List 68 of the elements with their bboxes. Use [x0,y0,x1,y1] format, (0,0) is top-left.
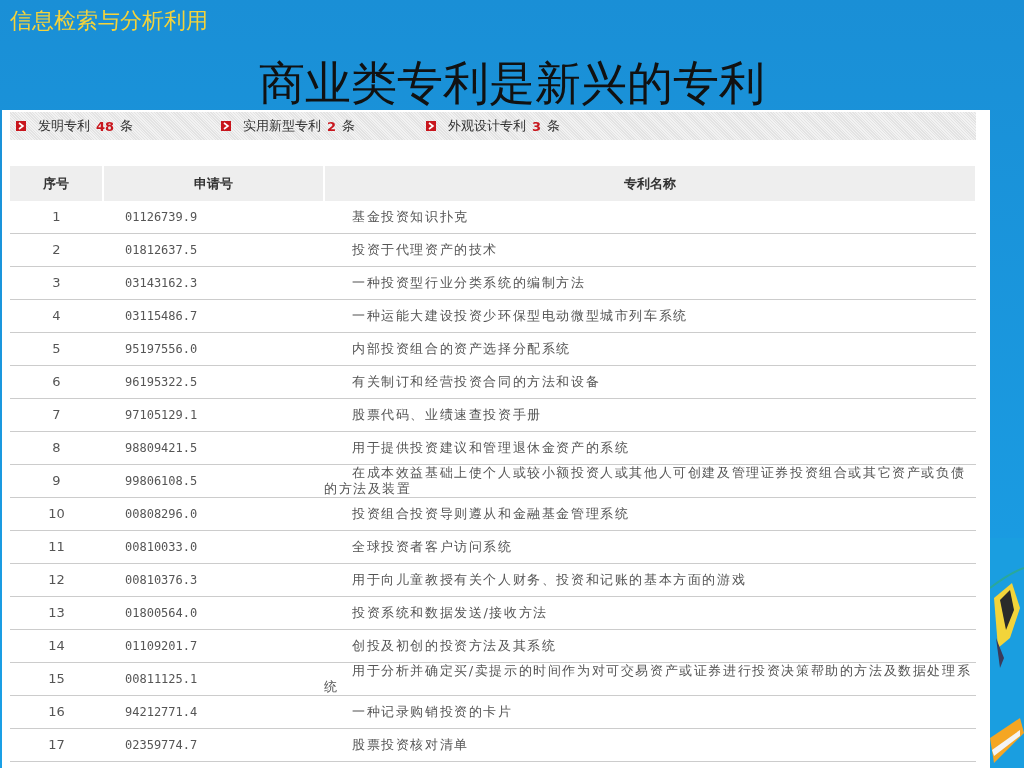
table-cell: 投资于代理资产的技术 [324,233,976,267]
summary-unit: 条 [547,117,561,135]
table-cell: 17 [10,728,103,762]
table-cell: 在成本效益基础上使个人或较小额投资人或其他人可创建及管理证券投资组合或其它资产或负债的方法及装置 [324,464,976,498]
table-cell: 00811125.1 [103,662,324,696]
table-cell: 8 [10,431,103,465]
table-cell: 股票投资核对清单 [324,728,976,762]
table-cell: 投资组合投资导则遵从和金融基金管理系统 [324,497,976,531]
table-cell: 用于提供投资建议和管理退休金资产的系统 [324,431,976,465]
table-cell: 99806108.5 [103,464,324,498]
table-cell: 用于向儿童教授有关个人财务、投资和记账的基本方面的游戏 [324,563,976,597]
table-cell: 01812637.5 [103,233,324,267]
table-cell: 3 [10,266,103,300]
column-header: 申请号 [103,166,324,201]
table-cell: 94212771.4 [103,695,324,729]
table-cell: 股票代码、业绩速查投资手册 [324,398,976,432]
summary-count: 3 [532,118,542,134]
column-header: 序号 [10,166,103,201]
table-cell: 创投及初创的投资方法及其系统 [324,629,976,663]
table-cell: 一种运能大建设投资少环保型电动微型城市列车系统 [324,299,976,333]
summary-unit: 条 [342,117,356,135]
table-cell: 15 [10,662,103,696]
table-cell: 12 [10,563,103,597]
table-cell: 95197556.0 [103,332,324,366]
slide-title: 商业类专利是新兴的专利 [259,58,765,108]
table-cell: 一种记录购销投资的卡片 [324,695,976,729]
summary-label[interactable]: 实用新型专利 [243,117,321,135]
table-cell: 14 [10,629,103,663]
table-cell: 4 [10,299,103,333]
table-cell: 96195322.5 [103,365,324,399]
table-cell: 用于分析并确定买/卖提示的时间作为对可交易资产或证券进行投资决策帮助的方法及数据处理系统 [324,662,976,696]
column-header: 专利名称 [324,166,976,201]
summary-label[interactable]: 外观设计专利 [448,117,526,135]
table-cell: 5 [10,332,103,366]
table-cell: 1 [10,201,103,234]
table-cell: 00810376.3 [103,563,324,597]
table-cell: 全球投资者客户访问系统 [324,530,976,564]
arrow-bullet-icon [221,121,231,131]
table-cell: 03143162.3 [103,266,324,300]
table-cell: 00810033.0 [103,530,324,564]
table-cell: 一种投资型行业分类系统的编制方法 [324,266,976,300]
summary-label[interactable]: 发明专利 [38,117,90,135]
table-cell: 11 [10,530,103,564]
slide-header: 信息检索与分析利用 [10,7,208,35]
summary-unit: 条 [120,117,134,135]
summary-count: 48 [96,118,115,134]
table-cell: 01126739.9 [103,201,324,234]
arrow-bullet-icon [16,121,26,131]
table-cell: 13 [10,596,103,630]
table-cell: 9 [10,464,103,498]
table-cell: 6 [10,365,103,399]
table-cell: 01109201.7 [103,629,324,663]
table-cell: 投资系统和数据发送/接收方法 [324,596,976,630]
table-cell: 03115486.7 [103,299,324,333]
table-cell: 基金投资知识扑克 [324,201,976,234]
table-cell: 2 [10,233,103,267]
arrow-bullet-icon [426,121,436,131]
table-cell: 97105129.1 [103,398,324,432]
table-cell: 有关制订和经营投资合同的方法和设备 [324,365,976,399]
table-cell: 02359774.7 [103,728,324,762]
table-cell: 00808296.0 [103,497,324,531]
summary-count: 2 [327,118,337,134]
table-cell: 98809421.5 [103,431,324,465]
table-cell: 16 [10,695,103,729]
table-cell: 7 [10,398,103,432]
table-cell: 内部投资组合的资产选择分配系统 [324,332,976,366]
table-cell: 10 [10,497,103,531]
table-cell: 01800564.0 [103,596,324,630]
